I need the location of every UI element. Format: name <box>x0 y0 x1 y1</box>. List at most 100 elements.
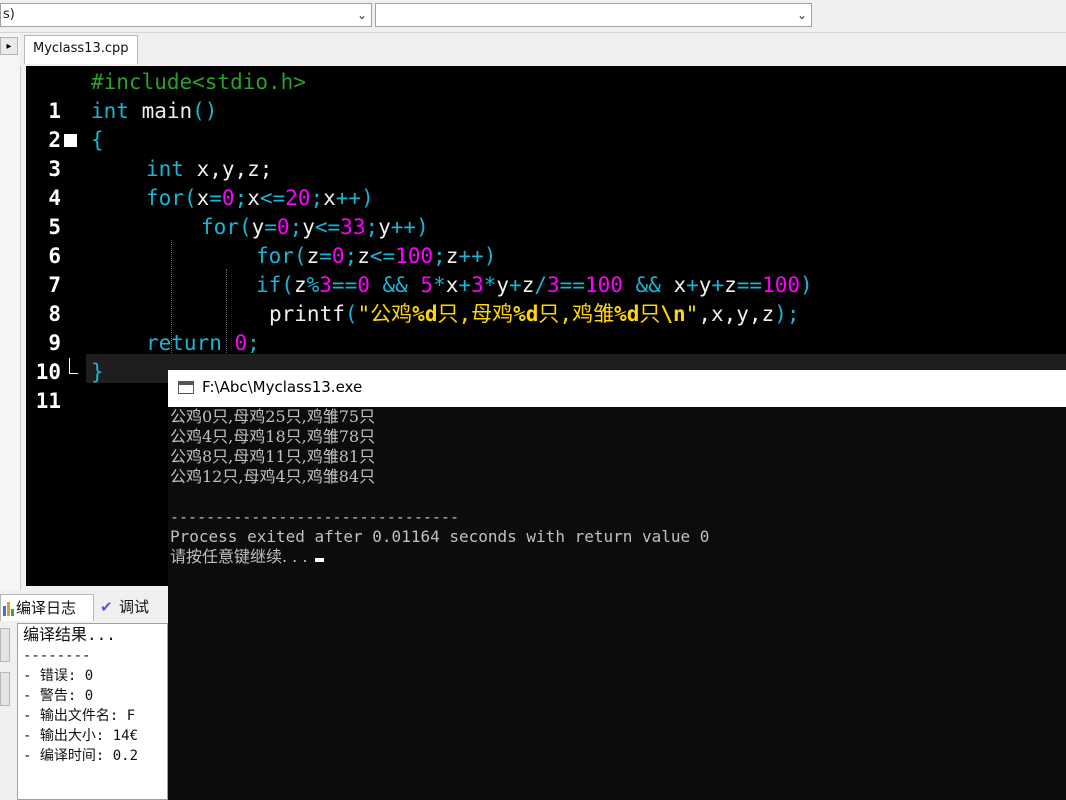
operator: == <box>736 273 763 297</box>
tab-debug-label: 调试 <box>119 598 150 616</box>
number-literal: 100 <box>762 273 800 297</box>
code-line-7: 7 for(z=0;z<=100;z++) <box>26 242 1066 297</box>
operator: ; <box>289 215 303 239</box>
keyword: for <box>146 186 184 210</box>
operator: <= <box>369 244 396 268</box>
log-line: 编译结果... <box>23 625 116 644</box>
function-name: printf <box>269 302 345 326</box>
identifier: y <box>302 215 315 239</box>
log-line: - 警告: 0 <box>23 688 94 704</box>
fold-marker-icon[interactable] <box>64 134 77 147</box>
identifier: x <box>323 186 336 210</box>
escape-sequence: \n <box>660 302 686 326</box>
console-line: 公鸡12只,母鸡4只,鸡雏84只 <box>170 467 376 486</box>
operator: / <box>534 273 548 297</box>
tab-compile-log[interactable]: 编译日志 <box>0 594 94 621</box>
operator: ) <box>483 244 497 268</box>
operator: ( <box>281 273 294 297</box>
operator: <= <box>314 215 341 239</box>
identifier: z <box>445 244 459 268</box>
identifier: y <box>378 215 391 239</box>
identifier: x <box>673 273 687 297</box>
number-literal: 0 <box>221 331 248 355</box>
operator: ++ <box>458 244 484 268</box>
log-line: - 错误: 0 <box>23 668 94 684</box>
identifier: x <box>196 186 210 210</box>
operator: = <box>209 186 222 210</box>
console-prompt-line: 请按任意键继续. . . <box>170 547 1060 567</box>
keyword: int <box>91 99 129 123</box>
number-literal: 0 <box>221 186 235 210</box>
console-prompt: 请按任意键继续. . . <box>170 547 313 566</box>
scope-combo[interactable]: s) ⌄ <box>0 3 372 27</box>
number-literal: 100 <box>584 273 623 297</box>
operator: ; <box>310 186 324 210</box>
bar-chart-icon <box>3 601 14 616</box>
keyword: for <box>201 215 239 239</box>
operator: ); <box>774 302 800 326</box>
code-line-2: 2 int main() <box>26 97 1066 152</box>
printf-statement: printf("公鸡%d只,母鸡%d只,鸡雏%d只\n",x,y,z); <box>269 300 799 329</box>
log-line: -------- <box>23 648 91 664</box>
tab-myclass13-cpp[interactable]: Myclass13.cpp <box>24 35 138 64</box>
console-line: 公鸡4只,母鸡18只,鸡雏78只 <box>170 427 376 446</box>
keyword: for <box>256 244 294 268</box>
tab-debug[interactable]: ✔ 调试 <box>100 594 166 621</box>
project-panel: ▸ <box>0 33 21 590</box>
operator: = <box>319 244 332 268</box>
console-line: Process exited after 0.01164 seconds wit… <box>170 527 710 546</box>
operator: && <box>622 273 674 297</box>
string-literal: 只,母鸡 <box>437 302 514 326</box>
operator: <= <box>259 186 286 210</box>
compile-log-output[interactable]: 编译结果... -------- - 错误: 0 - 警告: 0 - 输出文件名… <box>17 623 168 800</box>
operator: ; <box>433 244 446 268</box>
operator: == <box>559 273 585 297</box>
chevron-down-icon[interactable]: ⌄ <box>357 4 367 26</box>
function-combo[interactable]: ⌄ <box>375 3 812 27</box>
identifier: main <box>128 99 193 123</box>
operator: % <box>306 273 320 297</box>
chevron-down-icon[interactable]: ⌄ <box>797 4 807 26</box>
panel-side-button[interactable] <box>0 628 10 662</box>
operator: == <box>331 273 358 297</box>
identifier: x <box>247 186 260 210</box>
log-line: - 编译时间: 0.2 <box>23 748 139 764</box>
operator: ) <box>361 186 374 210</box>
editor-tabstrip: Myclass13.cpp <box>20 33 1066 66</box>
code-line-5: 5 for(x=0;x<=20;x++) <box>26 184 1066 239</box>
number-literal: 3 <box>471 273 484 297</box>
number-literal: 33 <box>340 215 366 239</box>
code-line-3: 3 { <box>26 126 1066 181</box>
identifier: z <box>521 273 535 297</box>
number-literal: 3 <box>547 273 560 297</box>
operator: ; <box>344 244 358 268</box>
number-literal: 5 <box>420 273 434 297</box>
identifier: y <box>698 273 712 297</box>
console-title-bar[interactable]: F:\Abc\Myclass13.exe <box>168 370 1066 407</box>
operator: ( <box>183 186 197 210</box>
number-literal: 0 <box>276 215 290 239</box>
fold-end-marker-icon <box>69 358 78 374</box>
format-specifier: %d <box>513 302 539 326</box>
loop-statement: for(y=0;y<=33;y++) <box>201 213 429 242</box>
panel-side-button[interactable] <box>0 672 10 706</box>
scope-combo-value: s) <box>3 7 15 22</box>
console-window[interactable]: F:\Abc\Myclass13.exe 公鸡0只,母鸡25只,鸡雏75只 公鸡… <box>168 370 1066 800</box>
identifier: x <box>445 273 459 297</box>
operator: ++ <box>390 215 417 239</box>
code-line-10: 10 return 0; <box>26 329 1066 384</box>
operator: ) <box>800 273 813 297</box>
operator: + <box>686 273 699 297</box>
console-title: F:\Abc\Myclass13.exe <box>202 378 363 396</box>
identifier: ,x,y,z <box>698 302 775 326</box>
operator: + <box>458 273 472 297</box>
code-line-6: 6 for(y=0;y<=33;y++) <box>26 213 1066 268</box>
identifier: y <box>251 215 265 239</box>
operator: * <box>483 273 497 297</box>
identifier: z <box>724 273 737 297</box>
number-literal: 3 <box>319 273 332 297</box>
keyword: return <box>146 331 222 355</box>
panel-scroll-arrow-icon[interactable]: ▸ <box>0 37 18 55</box>
format-specifier: %d <box>412 302 438 326</box>
preprocessor-directive: #include<stdio.h> <box>91 70 306 94</box>
